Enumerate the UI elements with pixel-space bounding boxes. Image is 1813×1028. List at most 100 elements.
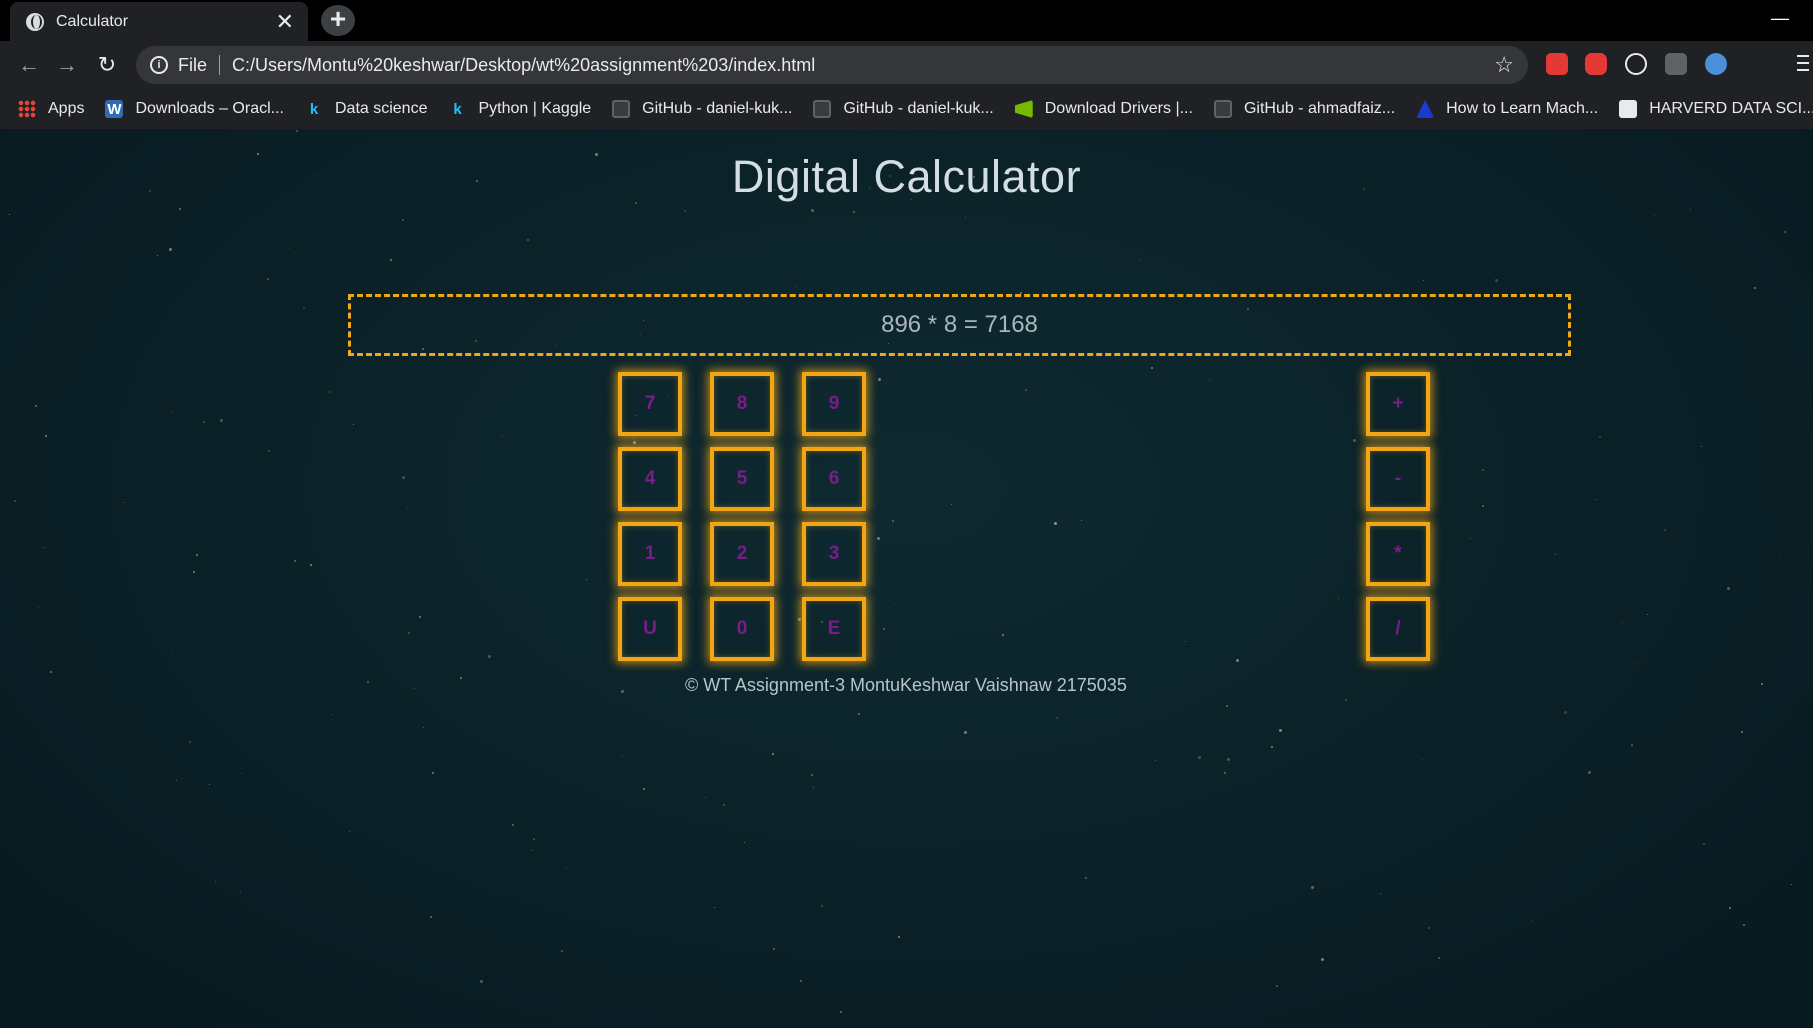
key-divide[interactable]: / — [1366, 597, 1430, 661]
star-dot — [331, 714, 333, 716]
star-dot — [799, 979, 802, 982]
star-dot — [965, 217, 967, 219]
browser-tab[interactable]: Calculator ✕ — [10, 2, 308, 41]
nvidia-icon — [1014, 100, 1033, 118]
star-dot — [178, 207, 181, 210]
extension-red-icon[interactable] — [1546, 53, 1568, 75]
key-6[interactable]: 6 — [802, 447, 866, 511]
star-dot — [810, 774, 813, 777]
star-dot — [288, 247, 290, 249]
forward-arrow-icon[interactable]: → — [52, 50, 82, 80]
star-dot — [1654, 215, 1656, 217]
star-dot — [188, 740, 191, 743]
new-tab-button[interactable]: + — [321, 5, 355, 36]
key-7[interactable]: 7 — [618, 372, 682, 436]
key-undo[interactable]: U — [618, 597, 682, 661]
key-multiply[interactable]: * — [1366, 522, 1430, 586]
bookmark-data-science[interactable]: k Data science — [305, 100, 428, 118]
tab-title: Calculator — [56, 12, 129, 30]
star-dot — [34, 404, 37, 407]
key-1[interactable]: 1 — [618, 522, 682, 586]
star-dot — [1588, 771, 1592, 775]
star-dot — [878, 377, 882, 381]
star-dot — [704, 797, 706, 799]
bookmark-github-1[interactable]: GitHub - daniel-kuk... — [612, 100, 792, 118]
bookmark-github-3[interactable]: GitHub - ahmadfaiz... — [1213, 100, 1396, 118]
key-3[interactable]: 3 — [802, 522, 866, 586]
key-equals[interactable]: E — [802, 597, 866, 661]
github-icon — [612, 100, 631, 118]
extension-blue-icon[interactable] — [1705, 53, 1727, 75]
star-dot — [531, 849, 533, 851]
star-dot — [643, 787, 646, 790]
back-arrow-icon[interactable]: ← — [14, 50, 44, 80]
key-2[interactable]: 2 — [710, 522, 774, 586]
key-4[interactable]: 4 — [618, 447, 682, 511]
extension-gray-icon[interactable] — [1665, 53, 1687, 75]
key-9[interactable]: 9 — [802, 372, 866, 436]
star-dot — [406, 507, 408, 509]
bookmark-star-icon[interactable]: ☆ — [1494, 52, 1514, 78]
star-dot — [585, 578, 587, 580]
bookmark-github-2[interactable]: GitHub - daniel-kuk... — [813, 100, 994, 118]
star-dot — [169, 248, 173, 252]
star-dot — [1225, 704, 1228, 707]
youtube-extension-icon[interactable] — [1585, 53, 1607, 75]
bookmark-label: GitHub - ahmadfaiz... — [1243, 100, 1396, 117]
star-dot — [1155, 759, 1157, 761]
key-minus[interactable]: - — [1366, 447, 1430, 511]
star-dot — [176, 780, 178, 782]
star-dot — [241, 773, 243, 775]
key-5[interactable]: 5 — [710, 447, 774, 511]
star-dot — [897, 935, 900, 938]
bookmark-learn-ml[interactable]: How to Learn Mach... — [1416, 100, 1598, 118]
star-dot — [349, 830, 351, 832]
bookmark-harverd[interactable]: HARVERD DATA SCI... — [1619, 100, 1813, 118]
star-dot — [893, 602, 895, 604]
star-dot — [219, 418, 223, 422]
apps-grid-icon — [18, 100, 36, 118]
browser-menu-icon[interactable] — [1797, 55, 1809, 71]
star-dot — [408, 632, 411, 635]
bookmark-apps[interactable]: Apps — [18, 100, 84, 118]
star-dot — [532, 838, 535, 841]
star-dot — [876, 537, 880, 541]
bookmark-nvidia-drivers[interactable]: Download Drivers |... — [1014, 100, 1193, 118]
star-dot — [1085, 876, 1088, 879]
key-plus[interactable]: + — [1366, 372, 1430, 436]
url-text[interactable]: C:/Users/Montu%20keshwar/Desktop/wt%20as… — [232, 55, 1494, 76]
star-dot — [1055, 717, 1058, 720]
minimize-window-icon[interactable]: — — [1771, 8, 1789, 29]
kaggle-icon: k — [453, 100, 462, 118]
key-0[interactable]: 0 — [710, 597, 774, 661]
bookmark-label: HARVERD DATA SCI... — [1649, 100, 1813, 117]
key-8[interactable]: 8 — [710, 372, 774, 436]
star-dot — [1209, 378, 1211, 380]
bookmark-python-kaggle[interactable]: k Python | Kaggle — [448, 100, 591, 118]
reload-icon[interactable]: ↻ — [92, 50, 122, 80]
bookmark-label: GitHub - daniel-kuk... — [843, 100, 994, 117]
star-dot — [713, 907, 715, 909]
star-dot — [1235, 658, 1239, 662]
star-dot — [527, 239, 530, 242]
close-tab-icon[interactable]: ✕ — [276, 10, 294, 33]
star-dot — [633, 440, 637, 444]
address-bar[interactable]: i File C:/Users/Montu%20keshwar/Desktop/… — [136, 46, 1528, 84]
bookmark-label: Apps — [48, 100, 85, 117]
star-dot — [1482, 504, 1485, 507]
cloud-extension-icon[interactable] — [1625, 53, 1647, 75]
bookmark-label: GitHub - daniel-kuk... — [642, 100, 793, 117]
star-dot — [812, 786, 814, 788]
star-dot — [1138, 259, 1140, 261]
footer-copyright: © WT Assignment-3 MontuKeshwar Vaishnaw … — [685, 675, 1127, 695]
browser-toolbar: ← → ↻ i File C:/Users/Montu%20keshwar/De… — [0, 41, 1813, 89]
oracle-icon: W — [105, 100, 124, 118]
github-icon — [1213, 100, 1232, 118]
starfield-background — [0, 129, 1813, 1028]
bookmark-oracle[interactable]: W Downloads – Oracl... — [105, 100, 284, 118]
site-info-icon[interactable]: i — [150, 56, 168, 74]
url-scheme: File — [178, 54, 208, 75]
star-dot — [1742, 924, 1745, 927]
star-dot — [560, 950, 563, 953]
star-dot — [1054, 521, 1058, 525]
